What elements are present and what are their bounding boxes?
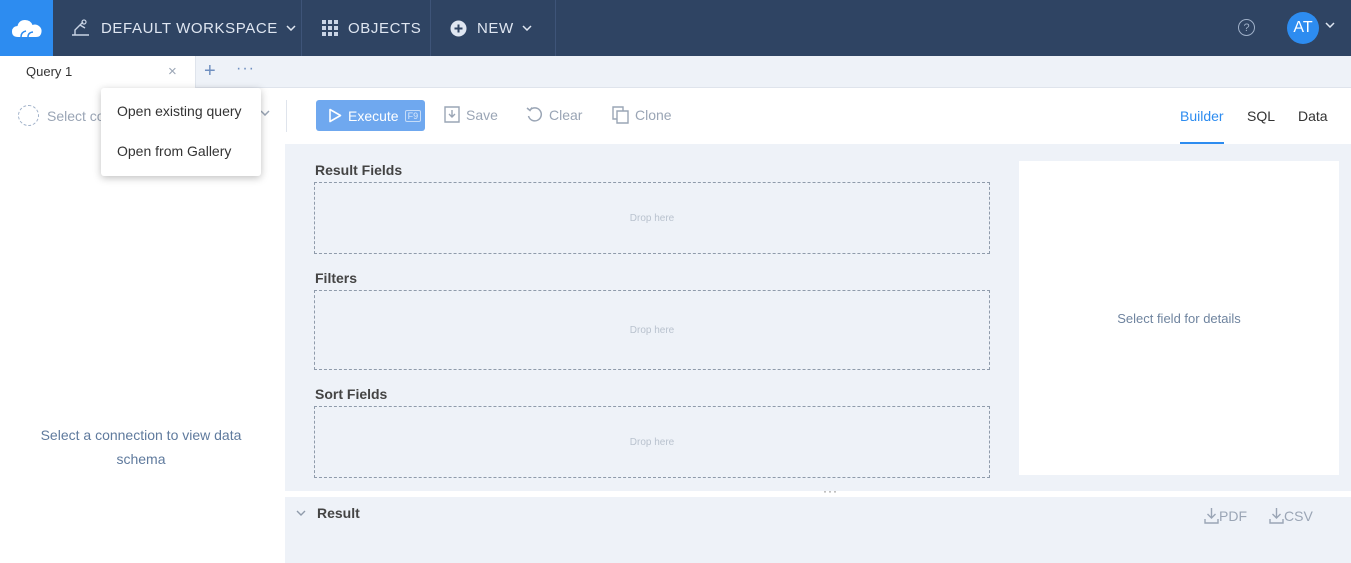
csv-label: CSV (1284, 507, 1313, 524)
query-builder: Result Fields Drop here Filters Drop her… (285, 144, 1351, 491)
save-button[interactable]: Save (444, 106, 498, 123)
open-query-menu: Open existing query Open from Gallery (101, 88, 261, 176)
help-icon[interactable]: ? (1238, 19, 1255, 36)
undo-icon (526, 107, 543, 122)
connection-icon (18, 105, 39, 126)
new-nav-button[interactable]: NEW (450, 0, 532, 56)
workspace-label: DEFAULT WORKSPACE (101, 19, 278, 37)
grid-icon (322, 20, 338, 36)
objects-label: OBJECTS (348, 19, 422, 37)
new-label: NEW (477, 19, 514, 37)
toolbar-divider (286, 100, 287, 132)
filters-label: Filters (315, 270, 358, 286)
top-nav-bar: DEFAULT WORKSPACE OBJECTS NEW ? AT (0, 0, 1351, 56)
chevron-down-icon (286, 25, 296, 31)
download-icon (1204, 508, 1219, 524)
connection-select[interactable]: Select co (18, 105, 105, 126)
save-icon (444, 106, 460, 123)
play-icon (329, 108, 342, 123)
tab-builder[interactable]: Builder (1180, 108, 1224, 124)
pdf-label: PDF (1219, 507, 1247, 524)
menu-item-open-existing-query[interactable]: Open existing query (117, 103, 242, 119)
nav-divider (301, 0, 302, 56)
result-title: Result (317, 505, 360, 521)
more-tabs-icon[interactable]: ··· (236, 60, 255, 78)
chevron-down-icon[interactable] (1325, 22, 1335, 28)
clone-label: Clone (635, 107, 672, 123)
tab-query-1[interactable]: Query 1 × (0, 56, 196, 88)
clone-button[interactable]: Clone (612, 106, 672, 124)
tab-label: Query 1 (26, 64, 73, 79)
user-avatar[interactable]: AT (1287, 12, 1319, 44)
connection-placeholder: Select co (47, 107, 105, 124)
chevron-down-icon[interactable] (260, 110, 270, 116)
result-fields-label: Result Fields (315, 162, 403, 178)
clear-button[interactable]: Clear (526, 106, 582, 123)
schema-empty-message: Select a connection to view data schema (0, 423, 282, 471)
clone-icon (612, 106, 629, 124)
tab-sql[interactable]: SQL (1247, 108, 1275, 124)
dropzone-placeholder: Drop here (629, 324, 675, 336)
splitter-handle-icon[interactable]: ··· (823, 484, 838, 498)
details-message: Select field for details (1117, 310, 1241, 326)
schema-panel: Select a connection to view data schema (0, 144, 285, 563)
dropzone-placeholder: Drop here (629, 212, 675, 224)
close-icon[interactable]: × (168, 64, 177, 79)
workspace-selector[interactable]: DEFAULT WORKSPACE (70, 0, 296, 56)
filters-dropzone[interactable]: Drop here (314, 290, 990, 370)
export-csv-button[interactable]: CSV (1269, 507, 1313, 524)
add-tab-icon[interactable]: + (204, 61, 216, 81)
nav-divider (555, 0, 556, 56)
schema-message-line2: schema (116, 451, 166, 467)
sort-fields-label: Sort Fields (315, 386, 388, 402)
field-details-panel: Select field for details (1019, 161, 1339, 475)
plus-circle-icon (450, 20, 467, 36)
dropzone-placeholder: Drop here (629, 436, 675, 448)
tab-data[interactable]: Data (1298, 108, 1328, 124)
execute-button[interactable]: Execute F9 (316, 100, 425, 131)
export-pdf-button[interactable]: PDF (1204, 507, 1247, 524)
sort-fields-dropzone[interactable]: Drop here (314, 406, 990, 478)
execute-label: Execute (348, 107, 399, 124)
query-tab-strip: Query 1 × + ··· (0, 56, 1351, 88)
clear-label: Clear (549, 106, 583, 123)
menu-item-open-from-gallery[interactable]: Open from Gallery (117, 143, 231, 159)
download-icon (1269, 508, 1284, 524)
result-panel: Result PDF CSV (285, 497, 1351, 563)
cloud-logo-icon[interactable] (0, 0, 53, 56)
execute-shortcut: F9 (404, 109, 422, 122)
schema-message-line1: Select a connection to view data (40, 427, 242, 443)
nav-divider (430, 0, 431, 56)
chevron-down-icon[interactable] (296, 510, 306, 516)
workspace-icon (72, 19, 89, 36)
result-fields-dropzone[interactable]: Drop here (314, 182, 990, 254)
objects-nav-button[interactable]: OBJECTS (322, 0, 421, 56)
chevron-down-icon (522, 25, 532, 31)
save-label: Save (466, 106, 498, 123)
